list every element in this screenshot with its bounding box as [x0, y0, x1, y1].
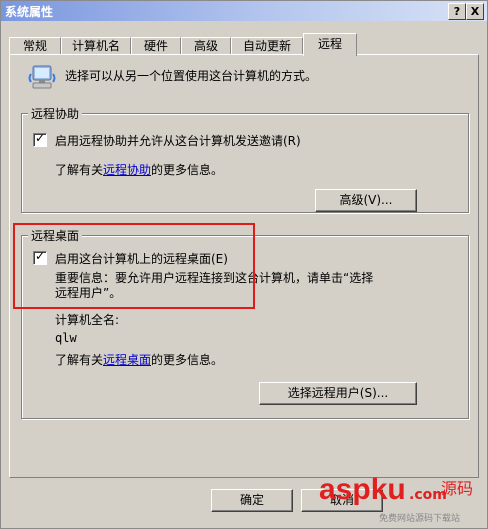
close-button[interactable]: X — [466, 3, 484, 20]
tab-automatic-updates[interactable]: 自动更新 — [231, 37, 303, 55]
select-remote-users-button[interactable]: 选择远程用户(S)... — [259, 382, 417, 405]
tab-remote[interactable]: 远程 — [303, 33, 357, 56]
remote-assistance-checkbox-label[interactable]: 启用远程协助并允许从这台计算机发送邀请(R) — [55, 132, 301, 149]
window-title: 系统属性 — [5, 5, 54, 19]
remote-assistance-checkbox[interactable] — [33, 131, 47, 147]
tab-advanced[interactable]: 高级 — [181, 37, 231, 55]
help-button[interactable]: ? — [448, 3, 466, 20]
remote-assistance-link[interactable]: 远程协助 — [103, 163, 151, 177]
remote-desktop-link[interactable]: 远程桌面 — [103, 353, 151, 367]
tab-computer-name[interactable]: 计算机名 — [61, 37, 131, 55]
tab-hardware[interactable]: 硬件 — [131, 37, 181, 55]
intro-text: 选择可以从另一个位置使用这台计算机的方式。 — [65, 69, 318, 83]
ok-button[interactable]: 确定 — [211, 489, 293, 512]
computer-fullname-label: 计算机全名: — [55, 313, 120, 327]
highlight-annotation-box — [13, 223, 255, 309]
system-properties-window: 系统属性 ? X 常规 计算机名 硬件 高级 自动更新 远程 选择可以从另一个位… — [0, 0, 488, 529]
tab-general[interactable]: 常规 — [9, 37, 61, 55]
aspku-watermark-logo: aspku .com 源码 免费网站源码下载站 — [319, 473, 474, 524]
computer-network-icon — [28, 65, 56, 89]
advanced-button[interactable]: 高级(V)... — [315, 189, 417, 212]
remote-assistance-legend: 远程协助 — [28, 105, 83, 122]
remote-assistance-learn-more: 了解有关远程协助的更多信息。 — [55, 163, 224, 177]
remote-desktop-learn-more: 了解有关远程桌面的更多信息。 — [55, 353, 224, 367]
title-bar: 系统属性 ? X — [1, 1, 487, 21]
computer-fullname-value: qlw — [55, 331, 77, 345]
